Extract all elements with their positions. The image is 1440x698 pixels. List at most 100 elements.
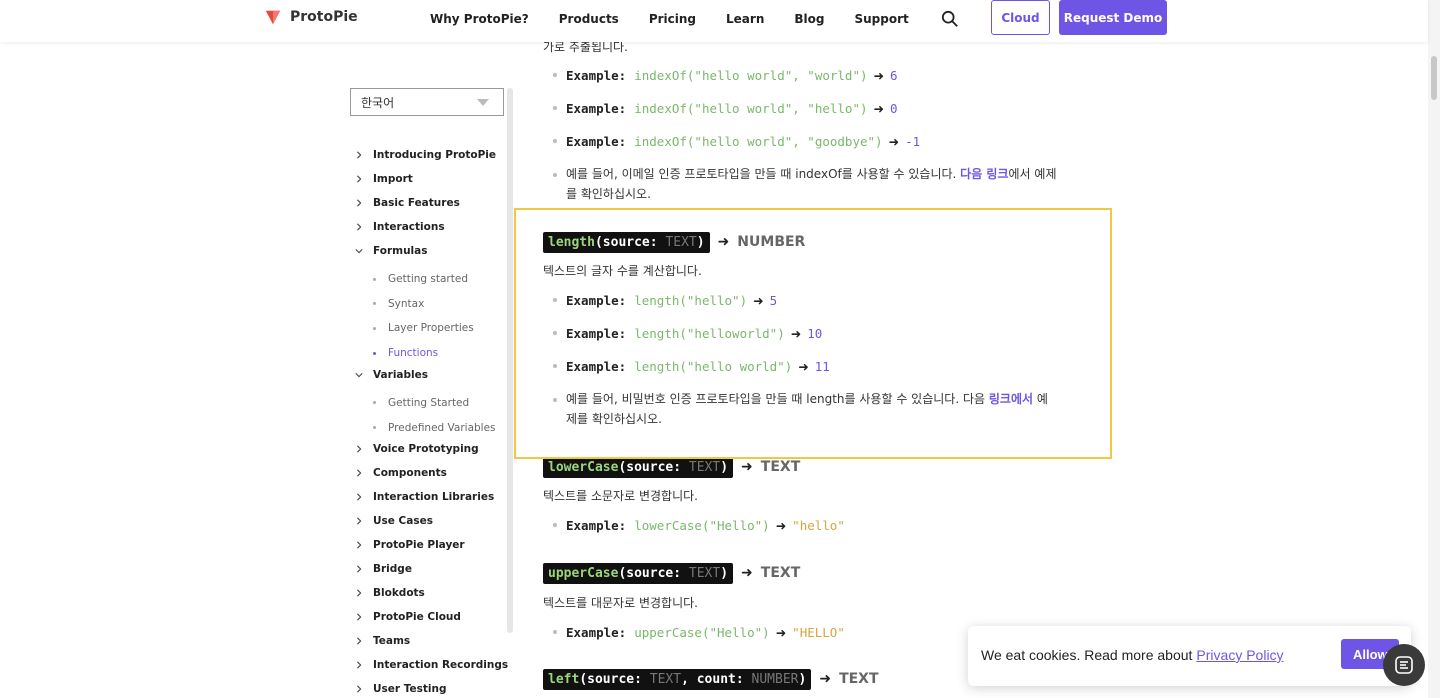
nav-blog[interactable]: Blog xyxy=(794,12,824,26)
sidebar-item-formulas[interactable]: Formulas xyxy=(355,242,428,260)
bullet xyxy=(553,106,557,110)
protopie-logo[interactable]: ProtoPie xyxy=(264,8,358,26)
note-text: 예를 들어, 비밀번호 인증 프로토타입을 만들 때 length를 사용할 수… xyxy=(566,392,989,406)
sidebar-item-label: ProtoPie Cloud xyxy=(373,611,461,624)
note-text: 예 xyxy=(1033,392,1048,406)
length-example-link[interactable]: 링크에서 xyxy=(989,392,1033,406)
sidebar-item-interaction-libraries[interactable]: Interaction Libraries xyxy=(355,488,494,506)
nav-why-protopie[interactable]: Why ProtoPie? xyxy=(430,12,529,26)
logo-text: ProtoPie xyxy=(290,9,358,25)
sidebar-scrollbar[interactable] xyxy=(507,88,513,633)
sidebar-item-interaction-recordings[interactable]: Interaction Recordings xyxy=(355,656,508,674)
sidebar-item-label: Basic Features xyxy=(373,197,460,209)
top-nav: ProtoPie Why ProtoPie? Products Pricing … xyxy=(0,0,1428,42)
length-note: 예를 들어, 비밀번호 인증 프로토타입을 만들 때 length를 사용할 수… xyxy=(553,389,1048,429)
param-name: count xyxy=(696,671,736,687)
sidebar-subitem-getting-started[interactable]: Getting Started xyxy=(373,394,469,412)
nav-support[interactable]: Support xyxy=(854,12,908,26)
sidebar-subitem-predefined-variables[interactable]: Predefined Variables xyxy=(373,419,496,437)
bullet xyxy=(553,331,557,335)
page-scrollbar-thumb[interactable] xyxy=(1431,56,1437,100)
caret-down-icon xyxy=(477,99,489,106)
param-name: source xyxy=(587,671,635,687)
example-result: 10 xyxy=(807,325,823,341)
bullet xyxy=(373,302,376,306)
sidebar-item-basic-features[interactable]: Basic Features xyxy=(355,194,460,212)
sidebar-item-label: Blokdots xyxy=(373,587,425,600)
sidebar-item-variables[interactable]: Variables xyxy=(355,366,428,384)
sidebar-subitem-getting-started[interactable]: Getting started xyxy=(373,270,468,288)
sidebar-item-components[interactable]: Components xyxy=(355,464,447,482)
length-signature: length(source: TEXT) ➜ NUMBER xyxy=(543,230,805,254)
example-label: Example: xyxy=(566,67,627,83)
chevron-right-icon xyxy=(355,541,369,549)
bullet xyxy=(553,364,557,368)
lowercase-description: 텍스트를 소문자로 변경합니다. xyxy=(543,489,698,503)
chevron-right-icon xyxy=(355,637,369,645)
search-icon[interactable] xyxy=(941,10,959,28)
chat-widget-button[interactable] xyxy=(1383,644,1425,686)
sidebar-item-protopie-player[interactable]: ProtoPie Player xyxy=(355,536,465,554)
sidebar-subitem-layer-properties[interactable]: Layer Properties xyxy=(373,319,474,337)
sidebar-item-label: Use Cases xyxy=(373,515,433,528)
length-example-1: Example: length("hello") ➜ 5 xyxy=(553,291,777,309)
bullet xyxy=(373,401,376,405)
bullet xyxy=(553,397,557,402)
example-label: Example: xyxy=(566,100,627,116)
sidebar-item-voice-prototyping[interactable]: Voice Prototyping xyxy=(355,440,479,458)
nav-learn[interactable]: Learn xyxy=(726,12,764,26)
example-code: indexOf("hello world", "goodbye") xyxy=(634,133,883,149)
lowercase-example: Example: lowerCase("Hello") ➜ "hello" xyxy=(553,516,845,534)
example-label: Example: xyxy=(566,624,627,640)
chevron-right-icon xyxy=(355,469,369,477)
sidebar-item-use-cases[interactable]: Use Cases xyxy=(355,512,433,530)
example-code: length("hello world") xyxy=(634,358,793,374)
bullet xyxy=(553,630,557,634)
cookie-text: We eat cookies. Read more about xyxy=(981,647,1193,663)
uppercase-description: 텍스트를 대문자로 변경합니다. xyxy=(543,596,698,610)
function-name: length xyxy=(548,234,595,250)
indexof-note: 예를 들어, 이메일 인증 프로토타입을 만들 때 indexOf를 사용할 수… xyxy=(553,164,1057,204)
length-example-3: Example: length("hello world") ➜ 11 xyxy=(553,357,830,375)
example-result: 11 xyxy=(814,358,830,374)
indexof-example-link[interactable]: 다음 링크 xyxy=(960,167,1008,181)
example-code: upperCase("Hello") xyxy=(634,624,770,640)
sidebar-item-interactions[interactable]: Interactions xyxy=(355,218,445,236)
sidebar-item-import[interactable]: Import xyxy=(355,170,413,188)
sidebar-subitem-functions[interactable]: Functions xyxy=(373,344,438,362)
uppercase-example: Example: upperCase("Hello") ➜ "HELLO" xyxy=(553,623,845,641)
return-type: ➜ TEXT xyxy=(741,459,800,475)
sidebar-item-blokdots[interactable]: Blokdots xyxy=(355,584,425,602)
privacy-policy-link[interactable]: Privacy Policy xyxy=(1196,647,1283,663)
cloud-button[interactable]: Cloud xyxy=(991,0,1050,35)
chevron-right-icon xyxy=(355,565,369,573)
chevron-right-icon xyxy=(355,589,369,597)
sidebar-subitem-syntax[interactable]: Syntax xyxy=(373,295,424,313)
sidebar-item-user-testing[interactable]: User Testing xyxy=(355,680,446,698)
language-select[interactable]: 한국어 xyxy=(350,88,504,116)
sidebar-item-label: Interactions xyxy=(373,221,445,233)
bullet xyxy=(553,298,557,302)
nav-pricing[interactable]: Pricing xyxy=(649,12,696,26)
chat-icon xyxy=(1395,656,1413,674)
param-name: source xyxy=(602,234,650,250)
code-signature: left(source: TEXT, count: NUMBER) xyxy=(543,668,812,690)
page-scrollbar-track[interactable] xyxy=(1428,0,1440,698)
example-label: Example: xyxy=(566,517,627,533)
bullet xyxy=(553,73,557,77)
example-result: -1 xyxy=(905,133,921,149)
sidebar-item-introducing-protopie[interactable]: Introducing ProtoPie xyxy=(355,146,496,164)
chevron-right-icon xyxy=(355,445,369,453)
example-result: "HELLO" xyxy=(792,624,845,640)
bullet xyxy=(373,426,376,429)
sidebar-item-protopie-cloud[interactable]: ProtoPie Cloud xyxy=(355,608,461,626)
nav-products[interactable]: Products xyxy=(559,12,619,26)
param-type: NUMBER xyxy=(751,671,799,687)
request-demo-button[interactable]: Request Demo xyxy=(1059,0,1167,35)
code-signature: upperCase(source: TEXT) xyxy=(543,562,734,584)
left-signature: left(source: TEXT, count: NUMBER) ➜ TEXT xyxy=(543,667,879,691)
sidebar-item-label: Formulas xyxy=(373,245,428,257)
sidebar-item-teams[interactable]: Teams xyxy=(355,632,410,650)
sidebar-item-label: Voice Prototyping xyxy=(373,443,479,456)
sidebar-item-bridge[interactable]: Bridge xyxy=(355,560,412,578)
